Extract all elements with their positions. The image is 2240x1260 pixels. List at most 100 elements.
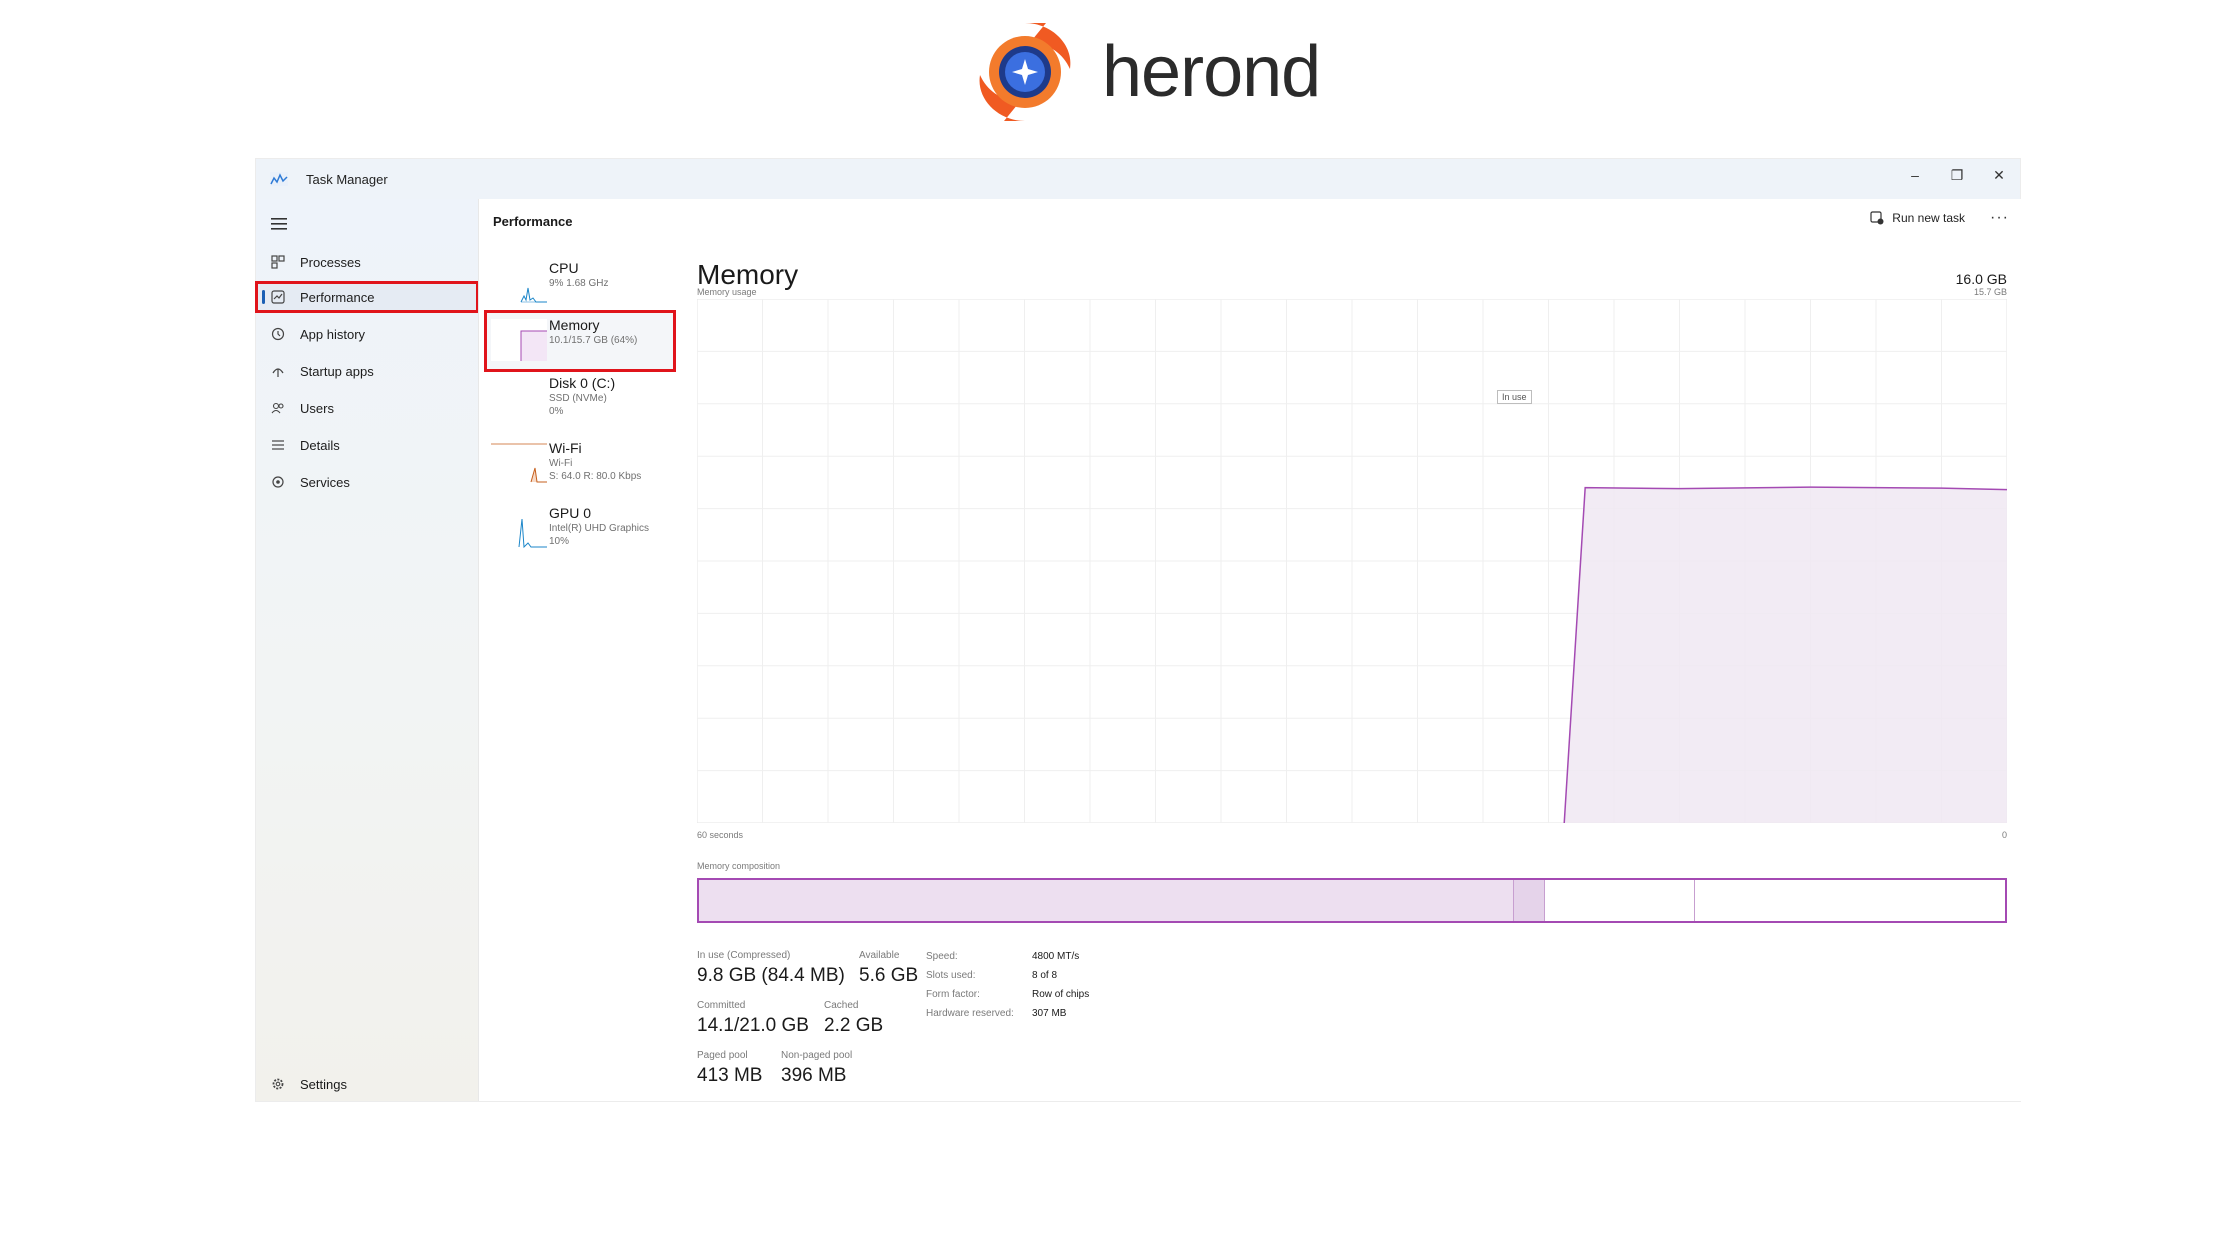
memory-composition-bar xyxy=(697,878,2007,923)
settings-label: Settings xyxy=(300,1076,347,1092)
spec-speed-label: Speed: xyxy=(926,951,958,962)
page-title: Performance xyxy=(493,213,573,229)
close-button[interactable]: ✕ xyxy=(1978,159,2020,191)
sidebar-item-startup-apps[interactable]: Startup apps xyxy=(256,356,478,386)
device-name: Disk 0 (C:) xyxy=(549,375,616,391)
gear-icon xyxy=(270,1076,286,1092)
spec-speed-value: 4800 MT/s xyxy=(1032,951,1080,962)
stat-available: Available 5.6 GB xyxy=(859,950,918,987)
sidebar-item-details[interactable]: Details xyxy=(256,430,478,460)
memory-usage-max: 15.7 GB xyxy=(1973,287,2007,297)
stat-cached: Cached 2.2 GB xyxy=(824,1000,883,1037)
main-panel: Performance Run new task ··· CPU 9% 1.68… xyxy=(478,199,2021,1101)
graph-tooltip: In use xyxy=(1497,390,1532,404)
performance-icon xyxy=(270,289,286,305)
device-sub: SSD (NVMe) xyxy=(549,393,607,404)
stat-in-use: In use (Compressed) 9.8 GB (84.4 MB) xyxy=(697,950,845,987)
more-options-button[interactable]: ··· xyxy=(1990,209,2009,227)
stat-value: 9.8 GB (84.4 MB) xyxy=(697,965,845,986)
device-sub: 0% xyxy=(549,406,564,417)
device-memory[interactable]: Memory 10.1/15.7 GB (64%) xyxy=(484,310,676,372)
memory-total: 16.0 GB xyxy=(1955,271,2007,287)
stat-label: Cached xyxy=(824,1000,859,1011)
device-sub: 9% 1.68 GHz xyxy=(549,278,609,289)
sidebar-item-processes[interactable]: Processes xyxy=(256,247,478,277)
minimize-button[interactable]: – xyxy=(1894,159,1936,191)
device-name: GPU 0 xyxy=(549,505,592,521)
task-manager-app-icon xyxy=(270,172,288,186)
startup-icon xyxy=(270,363,286,379)
memory-composition-label: Memory composition xyxy=(697,861,781,871)
stat-value: 5.6 GB xyxy=(859,965,919,986)
herond-logo-icon xyxy=(979,23,1071,121)
device-name: CPU xyxy=(549,260,579,276)
restore-button[interactable]: ❐ xyxy=(1936,159,1978,191)
device-name: Wi-Fi xyxy=(549,440,582,456)
device-wifi[interactable]: Wi-Fi Wi-Fi S: 64.0 R: 80.0 Kbps xyxy=(487,436,673,492)
sidebar-item-users[interactable]: Users xyxy=(256,393,478,423)
device-cpu[interactable]: CPU 9% 1.68 GHz xyxy=(487,256,673,312)
brand-name: herond xyxy=(1102,32,1321,112)
device-disk[interactable]: Disk 0 (C:) SSD (NVMe) 0% xyxy=(487,371,673,427)
composition-modified xyxy=(1513,880,1546,921)
sidebar-item-app-history[interactable]: App history xyxy=(256,319,478,349)
spec-form-label: Form factor: xyxy=(926,989,980,1000)
device-sub: 10% xyxy=(549,536,570,547)
details-icon xyxy=(270,437,286,453)
sidebar-item-label: App history xyxy=(300,326,366,342)
task-manager-window: Task Manager – ❐ ✕ Processes Performance xyxy=(255,159,2021,1101)
run-new-task-button[interactable]: Run new task xyxy=(1870,211,1965,225)
spec-reserved-value: 307 MB xyxy=(1032,1008,1067,1019)
device-gpu[interactable]: GPU 0 Intel(R) UHD Graphics 10% xyxy=(487,501,673,557)
history-icon xyxy=(270,326,286,342)
sidebar-item-label: Startup apps xyxy=(300,363,374,379)
stat-non-paged-pool: Non-paged pool 396 MB xyxy=(781,1050,852,1087)
composition-standby xyxy=(1545,880,1696,921)
spec-slots-label: Slots used: xyxy=(926,970,976,981)
spec-reserved-label: Hardware reserved: xyxy=(926,1008,1014,1019)
sidebar-item-label: Processes xyxy=(300,254,361,270)
run-task-icon xyxy=(1870,211,1884,225)
stat-committed: Committed 14.1/21.0 GB xyxy=(697,1000,809,1037)
stat-label: In use (Compressed) xyxy=(697,950,791,961)
device-sub: Intel(R) UHD Graphics xyxy=(549,523,650,534)
run-new-task-label: Run new task xyxy=(1892,211,1965,225)
stat-paged-pool: Paged pool 413 MB xyxy=(697,1050,762,1087)
users-icon xyxy=(270,400,286,416)
stat-label: Available xyxy=(859,950,900,961)
sidebar-item-performance[interactable]: Performance xyxy=(255,281,479,313)
stat-value: 14.1/21.0 GB xyxy=(697,1015,809,1036)
stat-value: 413 MB xyxy=(697,1065,763,1086)
hamburger-menu-icon[interactable] xyxy=(270,217,288,231)
stat-label: Committed xyxy=(697,1000,746,1011)
composition-in-use xyxy=(699,880,1514,921)
stat-value: 396 MB xyxy=(781,1065,847,1086)
memory-thumbnail-graph xyxy=(491,319,547,361)
device-sub: 10.1/15.7 GB (64%) xyxy=(549,335,638,346)
spec-slots-value: 8 of 8 xyxy=(1032,970,1058,981)
stat-label: Non-paged pool xyxy=(781,1050,853,1061)
memory-usage-area xyxy=(1564,487,2007,823)
device-sub: S: 64.0 R: 80.0 Kbps xyxy=(549,471,642,482)
time-axis-left: 60 seconds xyxy=(697,830,744,840)
disk-thumbnail-graph xyxy=(491,377,547,419)
sidebar-item-label: Services xyxy=(300,474,350,490)
processes-icon xyxy=(270,254,286,270)
sidebar-item-settings[interactable]: Settings xyxy=(256,1067,478,1101)
title-bar: Task Manager – ❐ ✕ xyxy=(256,159,2020,199)
time-axis-right: 0 xyxy=(2001,830,2007,840)
sidebar-item-label: Details xyxy=(300,437,340,453)
sidebar: Processes Performance App history Startu… xyxy=(255,199,479,1101)
spec-form-value: Row of chips xyxy=(1032,989,1090,1000)
device-name: Memory xyxy=(549,317,600,333)
sidebar-item-services[interactable]: Services xyxy=(256,467,478,497)
stat-value: 2.2 GB xyxy=(824,1015,884,1036)
stat-label: Paged pool xyxy=(697,1050,748,1061)
sidebar-item-label: Users xyxy=(300,400,334,416)
page-header: Performance Run new task ··· xyxy=(479,199,2021,243)
memory-usage-label: Memory usage xyxy=(697,287,757,297)
window-controls: – ❐ ✕ xyxy=(1894,159,2020,199)
cpu-thumbnail-graph xyxy=(491,262,547,304)
window-title: Task Manager xyxy=(306,171,388,187)
composition-free xyxy=(1695,880,2005,921)
